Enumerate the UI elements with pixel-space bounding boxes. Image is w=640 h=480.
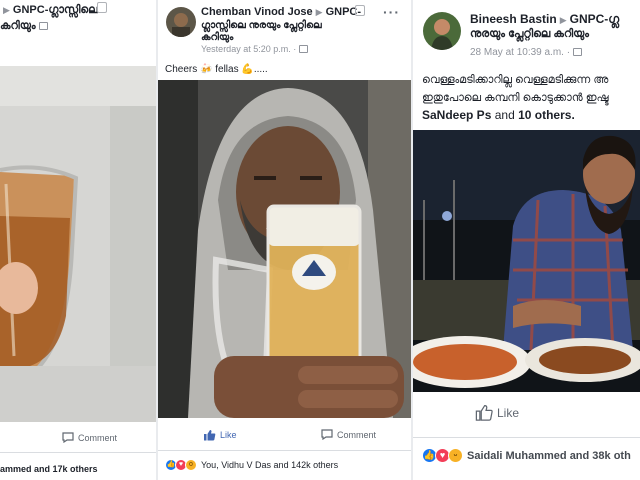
timestamp-text: Yesterday at 5:20 p.m. · — [201, 44, 297, 54]
divider — [413, 437, 640, 438]
post-photo[interactable] — [158, 80, 411, 418]
divider — [0, 452, 156, 453]
thumbs-up-icon — [475, 404, 493, 421]
tagged-line: SaNdeep Ps and 10 others. — [422, 108, 575, 122]
reaction-summary-text: ammed and 17k others — [0, 464, 98, 474]
post-card-left: ▶ GNPC-ഗ്ലാസ്സിലെ കറിയും Comment ammed an… — [0, 0, 156, 480]
post-header-title-line2: ഗ്ലാസ്സിലെ നുരയും പ്ലേറ്റിലെ — [201, 20, 322, 31]
author-name[interactable]: Bineesh Bastin — [470, 12, 557, 26]
comment-label: Comment — [337, 429, 377, 440]
reaction-summary-text: Saidali Muhammed and 38k oth — [467, 449, 631, 462]
post-header-title: Chemban Vinod Jose ▶ GNPC- — [201, 6, 361, 18]
post-timestamp[interactable]: 28 May at 10:39 a.m. · — [470, 47, 583, 58]
author-avatar-image — [423, 12, 461, 50]
author-avatar-image — [166, 7, 196, 37]
reaction-summary[interactable]: 👍 ♥ o You, Vidhu V Das and 142k others — [165, 459, 338, 471]
like-button[interactable]: Like — [475, 404, 519, 421]
haha-reaction-icon: ᵕ — [448, 448, 463, 463]
reaction-summary[interactable]: ammed and 17k others — [0, 464, 98, 474]
like-label: Like — [497, 405, 520, 420]
post-text-line1: വെള്ളംമടിക്കാറില്ല വെള്ളമടിക്കുന്ന അ — [422, 74, 609, 86]
share-arrow-icon: ▶ — [3, 5, 10, 15]
more-options-icon[interactable]: ··· — [383, 4, 400, 20]
post-text-line2: ഇതുപോലെ കമ്പനി കൊടുക്കാൻ ഇഷ്ട — [422, 92, 609, 104]
post-card-right: Bineesh Bastin ▶ GNPC-ഗ്ല നുരയും പ്ലേറ്റില… — [413, 0, 640, 480]
group-name-line2[interactable]: നുരയും പ്ലേറ്റിലെ കറിയും — [470, 28, 589, 40]
comment-label: Comment — [78, 432, 118, 443]
man-eating-meal-photo — [413, 130, 640, 392]
comment-button[interactable]: Comment — [62, 432, 117, 443]
post-photo[interactable] — [0, 66, 156, 422]
tagged-others-link[interactable]: 10 others. — [518, 108, 575, 122]
tagged-person-link[interactable]: SaNdeep Ps — [422, 108, 491, 122]
post-header-title-line2: കറിയും — [0, 20, 48, 33]
group-name[interactable]: GNPC-ഗ്ലാസ്സിലെ — [13, 4, 98, 16]
thumbs-up-icon — [204, 430, 216, 441]
group-name-line2: കറിയും — [0, 20, 36, 32]
save-icon[interactable] — [355, 5, 365, 16]
tagged-connector: and — [494, 108, 515, 122]
comment-button[interactable]: Comment — [321, 429, 376, 440]
glass-of-tea-photo — [0, 66, 156, 422]
group-name[interactable]: GNPC-ഗ്ല — [570, 12, 620, 26]
divider — [158, 450, 411, 451]
share-arrow-icon: ▶ — [315, 7, 323, 17]
post-header-title: Bineesh Bastin ▶ GNPC-ഗ്ല — [470, 12, 619, 27]
author-name[interactable]: Chemban Vinod Jose — [201, 6, 313, 18]
post-header-title[interactable]: ▶ GNPC-ഗ്ലാസ്സിലെ — [0, 4, 98, 17]
avatar[interactable] — [423, 12, 461, 50]
reaction-summary[interactable]: 👍 ♥ ᵕ Saidali Muhammed and 38k oth — [422, 448, 631, 463]
group-name-line3[interactable]: കറിയും — [201, 32, 233, 43]
post-photo[interactable] — [413, 130, 640, 392]
privacy-icon — [38, 22, 48, 30]
post-text: Cheers 🍻 fellas 💪..... — [165, 64, 268, 75]
post-header-title-line2: നുരയും പ്ലേറ്റിലെ കറിയും — [470, 28, 589, 41]
privacy-icon — [573, 48, 583, 56]
wow-reaction-icon: o — [185, 459, 197, 471]
reaction-summary-text: You, Vidhu V Das and 142k others — [201, 460, 339, 470]
comment-icon — [62, 432, 74, 443]
post-header-title-line3: കറിയും — [201, 32, 233, 43]
comment-icon — [321, 429, 333, 440]
post-card-middle: Chemban Vinod Jose ▶ GNPC- ഗ്ലാസ്സിലെ നുരയ… — [158, 0, 411, 480]
share-arrow-icon: ▶ — [559, 15, 567, 25]
save-icon[interactable] — [97, 2, 107, 13]
group-name-line2[interactable]: ഗ്ലാസ്സിലെ നുരയും പ്ലേറ്റിലെ — [201, 20, 322, 31]
like-button[interactable]: Like — [203, 429, 237, 441]
post-timestamp[interactable]: Yesterday at 5:20 p.m. · — [201, 44, 309, 54]
privacy-icon — [299, 45, 309, 53]
man-with-beer-photo — [158, 80, 411, 418]
avatar[interactable] — [166, 7, 196, 37]
timestamp-text: 28 May at 10:39 a.m. · — [470, 47, 571, 58]
like-label: Like — [220, 430, 237, 440]
